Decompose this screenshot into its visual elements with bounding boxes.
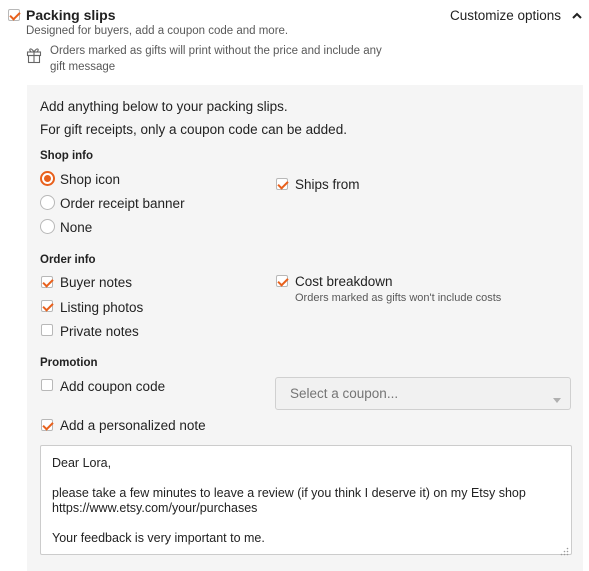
intro-line1: Add anything below to your packing slips…: [40, 99, 288, 114]
coupon-select-placeholder: Select a coupon...: [290, 386, 399, 401]
shop-info-heading: Shop info: [40, 150, 94, 162]
chevron-up-icon[interactable]: [571, 9, 583, 21]
radio-shop-icon[interactable]: [40, 171, 55, 186]
coupon-select[interactable]: Select a coupon...: [275, 377, 571, 410]
personalized-note-checkbox[interactable]: [41, 419, 53, 431]
order-info-heading: Order info: [40, 254, 96, 266]
add-coupon-code-label: Add coupon code: [60, 379, 166, 394]
radio-none[interactable]: [40, 219, 55, 234]
resize-handle-icon[interactable]: [560, 543, 569, 556]
listing-photos-label: Listing photos: [60, 300, 144, 315]
buyer-notes-checkbox[interactable]: [41, 276, 53, 288]
packing-slips-checkbox[interactable]: [8, 9, 20, 21]
gift-icon: [26, 46, 42, 64]
cost-breakdown-note: Orders marked as gifts won't include cos…: [295, 292, 502, 304]
ships-from-label: Ships from: [295, 177, 360, 192]
gift-note-line2: gift message: [50, 61, 116, 73]
add-coupon-code-checkbox[interactable]: [41, 379, 53, 391]
customize-options-toggle[interactable]: Customize options: [450, 8, 561, 23]
packing-slips-title: Packing slips: [26, 7, 116, 23]
intro-line2: For gift receipts, only a coupon code ca…: [40, 122, 347, 137]
personalized-note-textarea[interactable]: Dear Lora, please take a few minutes to …: [40, 445, 572, 555]
buyer-notes-label: Buyer notes: [60, 275, 133, 290]
radio-shop-icon-label: Shop icon: [60, 172, 121, 187]
radio-order-receipt-banner-label: Order receipt banner: [60, 196, 185, 211]
gift-note-line1: Orders marked as gifts will print withou…: [50, 45, 382, 57]
caret-down-icon: [553, 391, 561, 403]
packing-slips-subtitle: Designed for buyers, add a coupon code a…: [26, 25, 289, 37]
private-notes-label: Private notes: [60, 324, 139, 339]
ships-from-checkbox[interactable]: [276, 178, 288, 190]
radio-order-receipt-banner[interactable]: [40, 195, 55, 210]
cost-breakdown-checkbox[interactable]: [276, 275, 288, 287]
private-notes-checkbox[interactable]: [41, 324, 53, 336]
listing-photos-checkbox[interactable]: [41, 300, 53, 312]
personalized-note-label: Add a personalized note: [60, 418, 206, 433]
radio-none-label: None: [60, 220, 93, 235]
promotion-heading: Promotion: [40, 357, 98, 369]
cost-breakdown-label: Cost breakdown: [295, 274, 393, 289]
